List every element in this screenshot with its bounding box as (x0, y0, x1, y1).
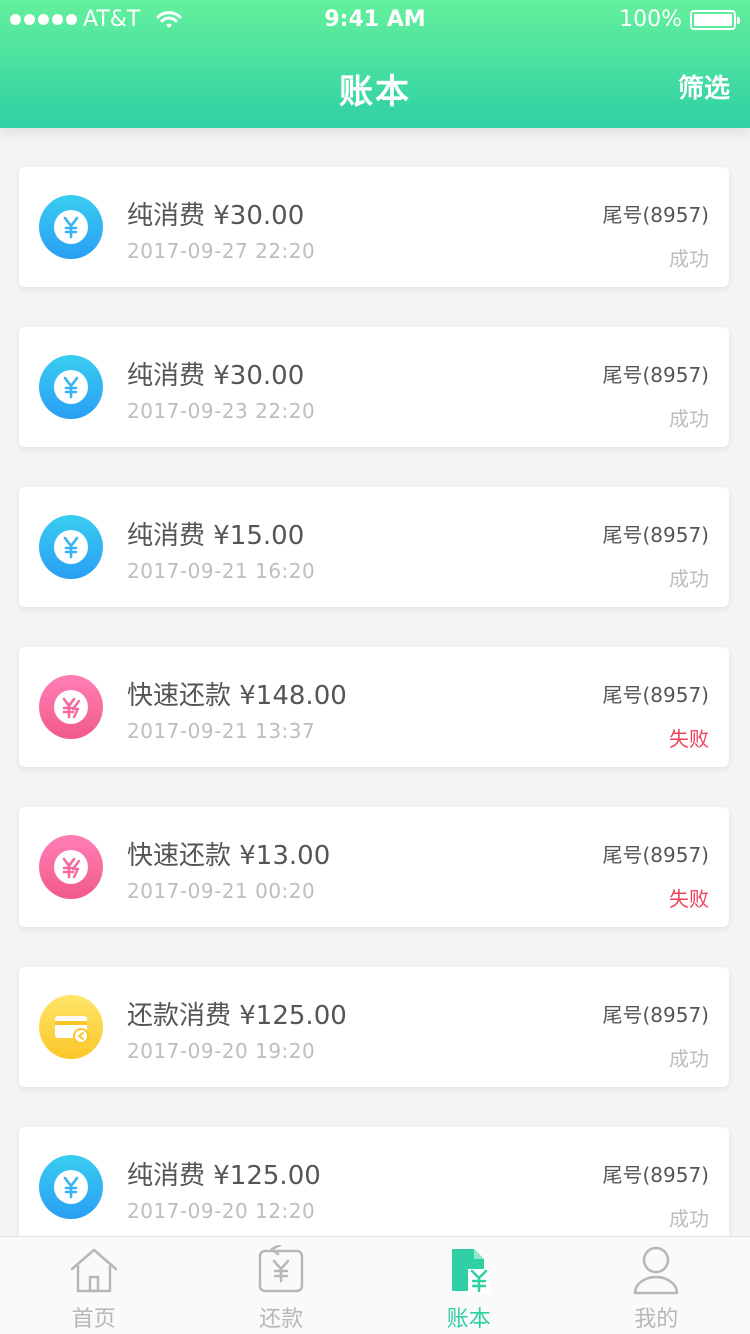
battery-icon (690, 9, 740, 30)
transaction-title: 纯消费 ¥125.00 (127, 1161, 321, 1191)
transaction-date: 2017-09-23 22:20 (127, 399, 316, 423)
card-tail-number: 尾号(8957) (602, 683, 709, 707)
card-tail-number: 尾号(8957) (602, 523, 709, 547)
card-tail-number: 尾号(8957) (602, 1003, 709, 1027)
card-repay-icon (39, 995, 103, 1059)
transaction-card[interactable]: 快速还款 ¥13.00 2017-09-21 00:20 尾号(8957) 失败 (19, 807, 729, 927)
filter-button[interactable]: 筛选 (678, 68, 730, 105)
card-tail-number: 尾号(8957) (602, 843, 709, 867)
fast-repay-icon (39, 835, 103, 899)
yuan-icon (39, 355, 103, 419)
transaction-list[interactable]: 纯消费 ¥30.00 2017-09-27 22:20 尾号(8957) 成功 纯消费 … (0, 128, 750, 1236)
home-icon (70, 1248, 117, 1293)
app-root: AT&T 9:41 AM 100% 账本 筛选 纯消费 ¥30.00 2017-0… (0, 0, 750, 1334)
transaction-date: 2017-09-21 00:20 (127, 879, 316, 903)
header: AT&T 9:41 AM 100% 账本 筛选 (0, 0, 750, 128)
fast-repay-icon (39, 675, 103, 739)
tab-repay[interactable]: 还款 (188, 1237, 376, 1334)
transaction-date: 2017-09-20 19:20 (127, 1039, 316, 1063)
transaction-status: 失败 (669, 727, 709, 751)
yuan-icon (39, 1155, 103, 1219)
transaction-card[interactable]: 纯消费 ¥15.00 2017-09-21 16:20 尾号(8957) 成功 (19, 487, 729, 607)
transaction-card[interactable]: 快速还款 ¥148.00 2017-09-21 13:37 尾号(8957) 失败 (19, 647, 729, 767)
tab-ledger[interactable]: 账本 (375, 1237, 563, 1334)
transaction-title: 纯消费 ¥30.00 (127, 361, 305, 391)
tab-repay-label: 还款 (259, 1307, 304, 1332)
transaction-title: 快速还款 ¥13.00 (127, 841, 331, 871)
transaction-status: 成功 (669, 567, 709, 591)
transaction-date: 2017-09-20 12:20 (127, 1199, 316, 1223)
card-tail-number: 尾号(8957) (602, 1163, 709, 1187)
tab-home-label: 首页 (71, 1307, 116, 1332)
card-tail-number: 尾号(8957) (602, 363, 709, 387)
transaction-title: 纯消费 ¥15.00 (127, 521, 305, 551)
transaction-date: 2017-09-21 16:20 (127, 559, 316, 583)
status-right: 100% (619, 7, 740, 32)
transaction-card[interactable]: 纯消费 ¥30.00 2017-09-27 22:20 尾号(8957) 成功 (19, 167, 729, 287)
tab-mine-label: 我的 (634, 1307, 679, 1332)
yuan-icon (39, 515, 103, 579)
card-tail-number: 尾号(8957) (602, 203, 709, 227)
status-bar: AT&T 9:41 AM 100% (0, 0, 750, 40)
transaction-title: 快速还款 ¥148.00 (127, 681, 347, 711)
transaction-status: 成功 (669, 247, 709, 271)
tab-bar: 首页 还款 账本 我的 (0, 1236, 750, 1334)
transaction-title: 还款消费 ¥125.00 (127, 1001, 347, 1031)
transaction-card[interactable]: 还款消费 ¥125.00 2017-09-20 19:20 尾号(8957) 成功 (19, 967, 729, 1087)
user-icon (634, 1246, 679, 1295)
transaction-status: 成功 (669, 1047, 709, 1071)
transaction-date: 2017-09-21 13:37 (127, 719, 316, 743)
transaction-card[interactable]: 纯消费 ¥30.00 2017-09-23 22:20 尾号(8957) 成功 (19, 327, 729, 447)
transaction-status: 成功 (669, 1207, 709, 1231)
transaction-card[interactable]: 纯消费 ¥125.00 2017-09-20 12:20 尾号(8957) 成功 (19, 1127, 729, 1236)
repay-icon (259, 1245, 304, 1293)
transaction-title: 纯消费 ¥30.00 (127, 201, 305, 231)
page-title: 账本 (339, 72, 411, 112)
transaction-status: 成功 (669, 407, 709, 431)
transaction-status: 失败 (669, 887, 709, 911)
tab-home[interactable]: 首页 (0, 1237, 188, 1334)
battery-percent: 100% (619, 7, 682, 32)
yuan-icon (39, 195, 103, 259)
tab-mine[interactable]: 我的 (563, 1237, 750, 1334)
tab-ledger-label: 账本 (446, 1307, 491, 1332)
ledger-icon (451, 1249, 490, 1293)
transaction-date: 2017-09-27 22:20 (127, 239, 316, 263)
